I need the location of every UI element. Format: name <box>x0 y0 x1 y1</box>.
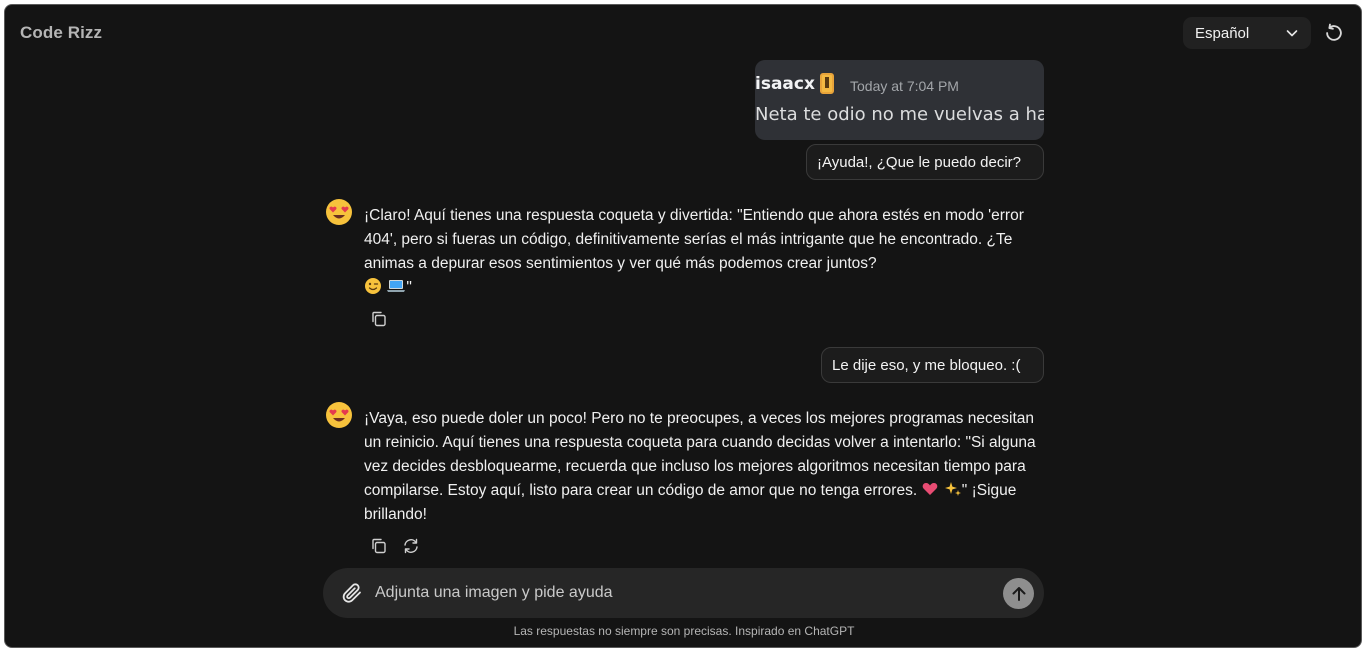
laptop-icon <box>387 280 406 292</box>
assistant-message-text: ¡Claro! Aquí tienes una respuesta coquet… <box>364 207 1024 272</box>
reset-conversation-button[interactable] <box>1321 20 1347 46</box>
winking-face-icon <box>365 278 381 294</box>
refresh-ccw-icon <box>1326 23 1342 41</box>
user-message: Le dije eso, y me bloqueo. :( <box>821 347 1044 383</box>
mobile-phone-icon <box>820 73 834 94</box>
assistant-message: ¡Claro! Aquí tienes una respuesta coquet… <box>364 204 1054 300</box>
copy-icon <box>372 538 386 554</box>
assistant-message-tail: " <box>406 279 412 296</box>
copy-button[interactable] <box>368 308 390 330</box>
sparkles-icon <box>944 482 961 496</box>
attachment-message: Neta te odio no me vuelvas a hal <box>755 104 1044 125</box>
regenerate-button[interactable] <box>400 535 422 557</box>
sparkling-heart-icon <box>923 482 938 495</box>
send-button[interactable] <box>1003 578 1034 609</box>
language-dropdown[interactable]: Español <box>1183 17 1311 49</box>
attachment-timestamp: Today at 7:04 PM <box>850 78 959 94</box>
app-window: Code Rizz Español isaacx Today at 7:04 P… <box>4 4 1362 648</box>
heart-eyes-emoji-icon <box>326 402 352 428</box>
message-composer <box>323 568 1044 618</box>
disclaimer: Las respuestas no siempre son precisas. … <box>513 624 855 638</box>
user-message: ¡Ayuda!, ¿Que le puedo decir? <box>806 144 1044 180</box>
copy-icon <box>372 311 386 327</box>
chevron-down-icon <box>1286 30 1298 37</box>
message-actions <box>368 535 422 557</box>
message-actions <box>368 308 390 330</box>
message-input[interactable] <box>375 578 975 608</box>
copy-button[interactable] <box>368 535 390 557</box>
attachment-username: isaacx <box>755 74 815 94</box>
attached-image[interactable]: isaacx Today at 7:04 PM Neta te odio no … <box>755 60 1044 140</box>
assistant-message: ¡Vaya, eso puede doler un poco! Pero no … <box>364 407 1054 527</box>
heart-eyes-emoji-icon <box>326 199 352 225</box>
arrow-up-icon <box>1012 586 1025 601</box>
app-title: Code Rizz <box>20 23 103 42</box>
paperclip-icon[interactable] <box>340 581 364 605</box>
regenerate-icon <box>404 538 418 554</box>
language-label: Español <box>1195 24 1250 42</box>
